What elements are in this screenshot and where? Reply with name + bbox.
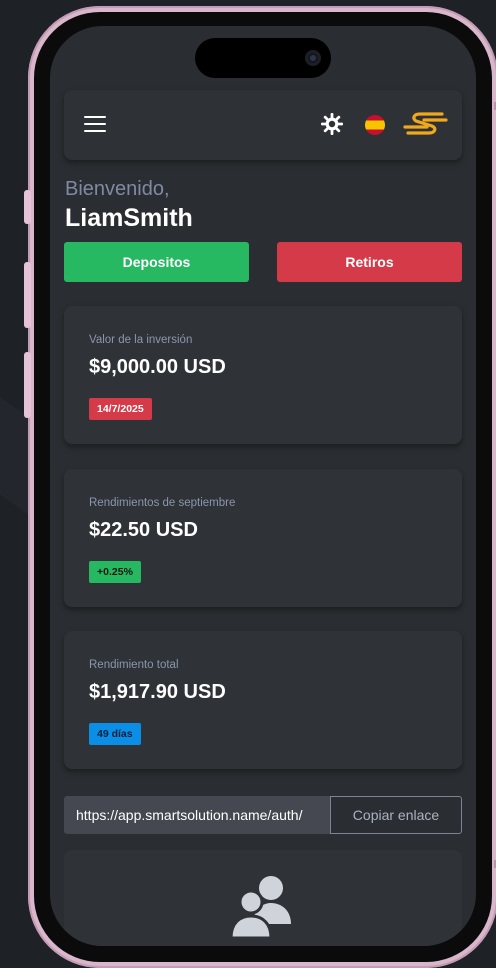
card-label: Rendimiento total — [89, 659, 179, 671]
users-icon — [229, 876, 291, 940]
phone-screen: Bienvenido, LiamSmith Depositos Retiros … — [50, 26, 476, 946]
referrals-card — [64, 850, 462, 946]
spain-flag-icon[interactable] — [365, 115, 385, 135]
percent-badge: +0.25% — [89, 561, 141, 583]
smartsolution-logo-icon — [403, 112, 448, 135]
hamburger-menu-icon[interactable] — [84, 116, 106, 132]
card-value: $1,917.90 USD — [89, 681, 226, 703]
dynamic-island — [195, 38, 331, 78]
monthly-returns-card: Rendimientos de septiembre $22.50 USD +0… — [64, 469, 462, 607]
volume-up-button — [24, 262, 31, 328]
action-button — [24, 190, 31, 224]
username-heading: LiamSmith — [65, 204, 193, 232]
card-value: $22.50 USD — [89, 519, 198, 541]
welcome-greeting: Bienvenido, — [65, 178, 170, 200]
copy-link-button[interactable]: Copiar enlace — [330, 796, 462, 834]
withdrawals-button[interactable]: Retiros — [277, 242, 462, 282]
referral-link-row: Copiar enlace — [64, 796, 462, 834]
total-returns-card: Rendimiento total $1,917.90 USD 49 días — [64, 631, 462, 769]
gear-icon[interactable] — [320, 112, 344, 136]
card-label: Valor de la inversión — [89, 334, 193, 346]
card-value: $9,000.00 USD — [89, 356, 226, 378]
card-label: Rendimientos de septiembre — [89, 497, 236, 509]
investment-value-card: Valor de la inversión $9,000.00 USD 14/7… — [64, 306, 462, 444]
date-badge: 14/7/2025 — [89, 398, 152, 420]
camera-icon — [305, 50, 321, 66]
days-badge: 49 días — [89, 723, 141, 745]
deposits-button[interactable]: Depositos — [64, 242, 249, 282]
volume-down-button — [24, 352, 31, 418]
referral-link-input[interactable] — [64, 796, 330, 834]
top-header — [64, 90, 462, 160]
